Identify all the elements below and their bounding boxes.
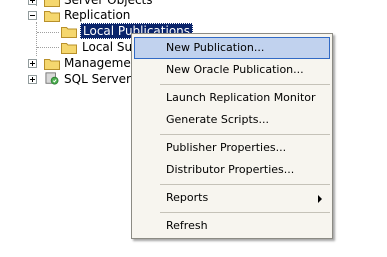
expand-plus-icon[interactable]: [28, 59, 37, 68]
context-menu: New Publication... New Oracle Publicatio…: [131, 33, 333, 239]
menu-separator: [160, 184, 330, 185]
expand-plus-icon[interactable]: [28, 75, 37, 84]
menu-item-publisher-properties[interactable]: Publisher Properties...: [134, 137, 330, 159]
folder-icon: [44, 0, 60, 7]
expand-plus-icon[interactable]: [28, 0, 37, 5]
menu-separator: [160, 134, 330, 135]
open-folder-icon: [44, 11, 60, 22]
collapse-minus-icon[interactable]: [28, 11, 37, 20]
menu-item-new-publication[interactable]: New Publication...: [134, 37, 330, 59]
menu-item-label: Reports: [166, 191, 209, 204]
tree-node-replication[interactable]: Replication: [0, 7, 200, 23]
folder-icon: [61, 43, 77, 54]
menu-item-distributor-properties[interactable]: Distributor Properties...: [134, 159, 330, 181]
folder-icon: [44, 59, 60, 70]
menu-item-launch-replication-monitor[interactable]: Launch Replication Monitor: [134, 87, 330, 109]
menu-item-reports[interactable]: Reports: [134, 187, 330, 209]
menu-separator: [160, 84, 330, 85]
menu-item-refresh[interactable]: Refresh: [134, 215, 330, 237]
menu-item-new-oracle-publication[interactable]: New Oracle Publication...: [134, 59, 330, 81]
submenu-arrow-icon: [318, 195, 322, 203]
tree-node-label: Replication: [64, 8, 131, 22]
folder-icon: [61, 27, 77, 38]
menu-item-generate-scripts[interactable]: Generate Scripts...: [134, 109, 330, 131]
menu-separator: [160, 212, 330, 213]
sql-agent-icon: [45, 72, 59, 85]
